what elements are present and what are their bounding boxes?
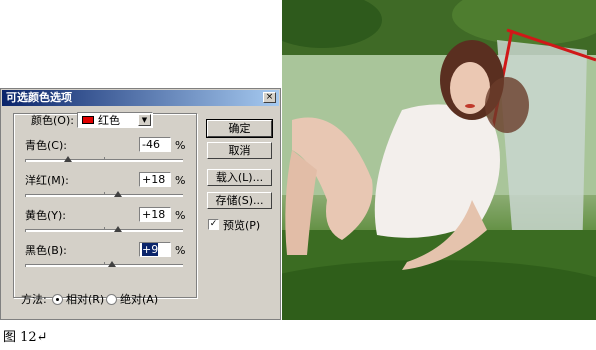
ok-button[interactable]: 确定 [206,119,273,138]
selective-color-dialog: 可选颜色选项 × 颜色(O): 红色 ▼ 青色(C): -46 % 洋红(M):… [0,88,281,320]
cyan-label: 青色(C): [25,139,67,152]
save-button[interactable]: 存储(S)... [207,192,272,209]
color-dropdown-value: 红色 [98,114,120,127]
yellow-percent: % [175,209,186,222]
cyan-input[interactable]: -46 [139,137,171,152]
yellow-center-tick [104,227,105,230]
black-input[interactable]: +9 [139,242,171,257]
title-bar[interactable]: 可选颜色选项 × [2,90,279,106]
cyan-center-tick [104,157,105,160]
color-label: 颜色(O): [31,114,74,127]
relative-radio[interactable] [52,294,63,305]
magenta-label: 洋红(M): [25,174,69,187]
photo-of-woman-in-garden [282,0,596,320]
chevron-down-icon[interactable]: ▼ [138,114,151,126]
method-label: 方法: [21,293,47,306]
preview-label: 预览(P) [223,219,261,232]
load-button[interactable]: 载入(L)... [207,169,272,186]
yellow-slider-thumb[interactable] [114,226,123,232]
black-label: 黑色(B): [25,244,67,257]
preview-checkbox[interactable]: ✓ [208,219,219,230]
absolute-label: 绝对(A) [120,293,159,306]
absolute-radio[interactable] [106,294,117,305]
color-dropdown[interactable]: 红色 ▼ [77,112,153,128]
black-input-value: +9 [142,243,159,256]
black-slider-thumb[interactable] [107,261,116,267]
black-center-tick [104,262,105,265]
black-percent: % [175,244,186,257]
color-swatch [82,116,94,124]
yellow-input[interactable]: +18 [139,207,171,222]
cyan-percent: % [175,139,186,152]
photo-illustration [282,0,596,320]
cancel-button[interactable]: 取消 [207,142,272,159]
magenta-slider-thumb[interactable] [114,191,123,197]
close-button[interactable]: × [263,92,276,103]
figure-caption: 图 12↵ [3,330,48,345]
dialog-title: 可选颜色选项 [6,91,72,104]
magenta-input[interactable]: +18 [139,172,171,187]
magenta-center-tick [104,192,105,195]
magenta-percent: % [175,174,186,187]
cyan-slider-thumb[interactable] [63,156,72,162]
yellow-label: 黄色(Y): [25,209,67,222]
relative-label: 相对(R) [66,293,105,306]
